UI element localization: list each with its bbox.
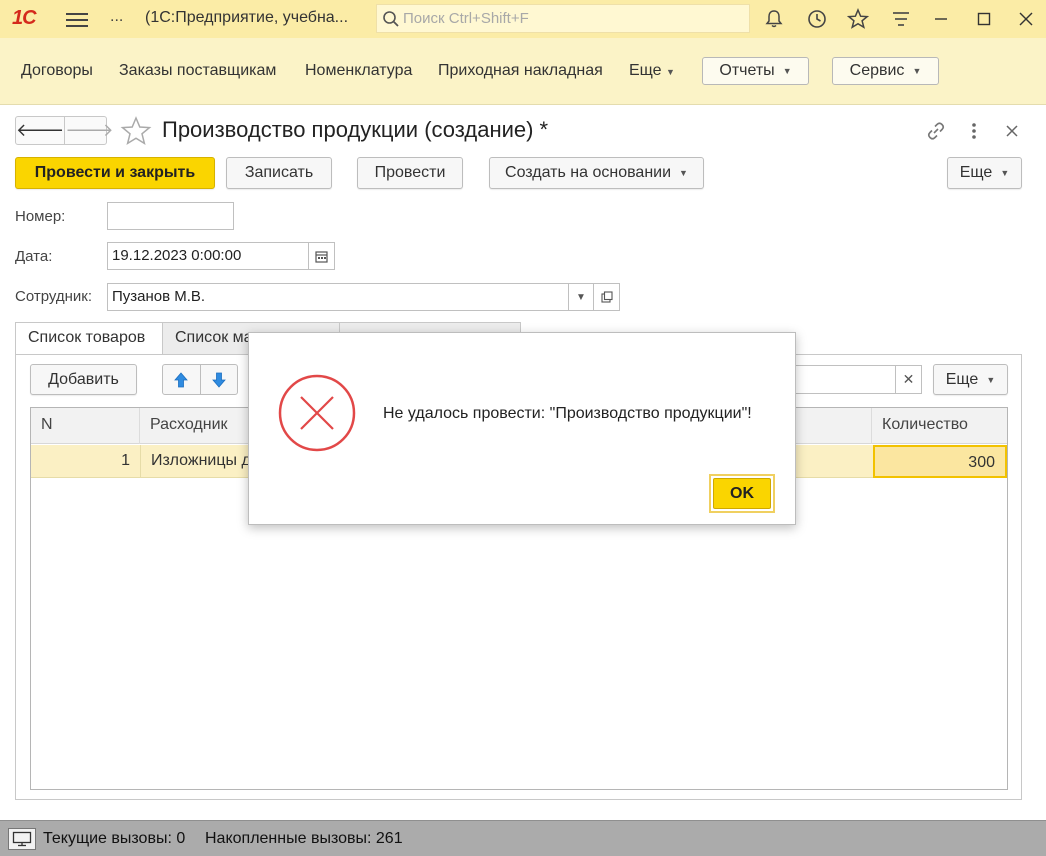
bell-icon[interactable] (762, 7, 786, 31)
calendar-icon[interactable] (308, 242, 335, 270)
global-search-input[interactable]: Поиск Ctrl+Shift+F (376, 4, 750, 33)
title-bar: 1С ... (1С:Предприятие, учебна... Поиск … (0, 0, 1046, 38)
search-icon (383, 11, 399, 27)
service-button[interactable]: Сервис ▼ (832, 57, 939, 85)
ok-button-frame: OK (709, 474, 775, 513)
table-search-input[interactable] (780, 365, 897, 394)
employee-label: Сотрудник: (15, 288, 93, 305)
reports-button[interactable]: Отчеты ▼ (702, 57, 809, 85)
app-logo[interactable]: 1С (12, 7, 37, 30)
nav-more-menu[interactable]: Еще ▼ (629, 62, 675, 80)
date-field[interactable]: 19.12.2023 0:00:00 (107, 242, 309, 270)
move-row-group (162, 364, 238, 395)
error-icon (278, 374, 356, 452)
reports-label: Отчеты (719, 62, 775, 79)
write-button[interactable]: Записать (226, 157, 332, 189)
filter-list-icon[interactable] (889, 7, 913, 31)
link-icon[interactable] (924, 120, 948, 142)
open-employee-icon[interactable] (593, 283, 620, 311)
employee-field[interactable]: Пузанов М.В. (107, 283, 569, 311)
back-arrow-icon[interactable]: 🡐 (16, 117, 66, 144)
row-quantity-cell[interactable]: 300 (873, 445, 1007, 478)
service-label: Сервис (849, 62, 905, 79)
nav-more-label: Еще (629, 62, 662, 79)
row-number: 1 (121, 452, 130, 469)
section-panel: Договоры Заказы поставщикам Номенклатура… (0, 38, 1046, 105)
employee-dropdown-icon[interactable]: ▼ (568, 283, 594, 311)
caret-down-icon: ▼ (666, 67, 675, 77)
table-more-label: Еще (945, 370, 979, 388)
close-window-icon[interactable] (1014, 7, 1038, 31)
accumulated-calls: Накопленные вызовы: 261 (205, 830, 403, 847)
maximize-icon[interactable] (972, 7, 996, 31)
column-header-quantity[interactable]: Количество (872, 408, 1007, 444)
column-header-n[interactable]: N (31, 408, 140, 444)
move-down-icon[interactable] (201, 365, 238, 394)
history-nav-group: 🡐 🡒 (15, 116, 114, 145)
status-bar: Текущие вызовы: 0 Накопленные вызовы: 26… (0, 820, 1046, 856)
nav-link-nomenclature[interactable]: Номенклатура (305, 62, 412, 80)
favorites-star-icon[interactable] (846, 7, 870, 31)
error-dialog: Не удалось провести: "Производство проду… (248, 332, 796, 525)
minimize-icon[interactable] (929, 7, 953, 31)
number-field[interactable] (107, 202, 234, 230)
tab-goods-list[interactable]: Список товаров (15, 322, 163, 355)
post-button[interactable]: Провести (357, 157, 463, 189)
caret-down-icon: ▼ (1000, 168, 1010, 178)
number-label: Номер: (15, 208, 66, 225)
caret-down-icon: ▼ (782, 66, 792, 76)
more-menu-button[interactable]: ... (110, 8, 123, 26)
history-icon[interactable] (805, 7, 829, 31)
nav-link-supplier-orders[interactable]: Заказы поставщикам (119, 62, 276, 80)
app-title: (1С:Предприятие, учебна... (145, 9, 349, 26)
more-vertical-icon[interactable] (962, 120, 986, 142)
add-row-button[interactable]: Добавить (30, 364, 137, 395)
current-calls: Текущие вызовы: 0 (43, 830, 186, 847)
ok-button[interactable]: OK (713, 478, 771, 509)
form-more-button[interactable]: Еще ▼ (947, 157, 1022, 189)
nav-link-incoming-invoice[interactable]: Приходная накладная (438, 62, 603, 80)
table-more-button[interactable]: Еще ▼ (933, 364, 1008, 395)
post-and-close-button[interactable]: Провести и закрыть (15, 157, 215, 189)
monitor-icon[interactable] (8, 828, 36, 850)
move-up-icon[interactable] (163, 365, 201, 394)
search-placeholder: Поиск Ctrl+Shift+F (403, 10, 529, 27)
date-label: Дата: (15, 248, 53, 265)
error-message: Не удалось провести: "Производство проду… (383, 405, 752, 422)
hamburger-menu-icon[interactable] (66, 9, 88, 29)
favorite-star-icon[interactable] (120, 116, 152, 146)
create-based-on-button[interactable]: Создать на основании ▼ (489, 157, 704, 189)
clear-search-icon[interactable]: ✕ (895, 365, 922, 394)
form-more-label: Еще (959, 164, 993, 181)
nav-link-contracts[interactable]: Договоры (21, 62, 93, 80)
forward-arrow-icon[interactable]: 🡒 (65, 117, 113, 144)
caret-down-icon: ▼ (986, 374, 996, 385)
caret-down-icon: ▼ (912, 66, 922, 76)
form-title: Производство продукции (создание) * (162, 117, 549, 142)
create-based-on-label: Создать на основании (505, 164, 672, 181)
close-form-icon[interactable] (1000, 120, 1024, 142)
caret-down-icon: ▼ (679, 168, 688, 178)
